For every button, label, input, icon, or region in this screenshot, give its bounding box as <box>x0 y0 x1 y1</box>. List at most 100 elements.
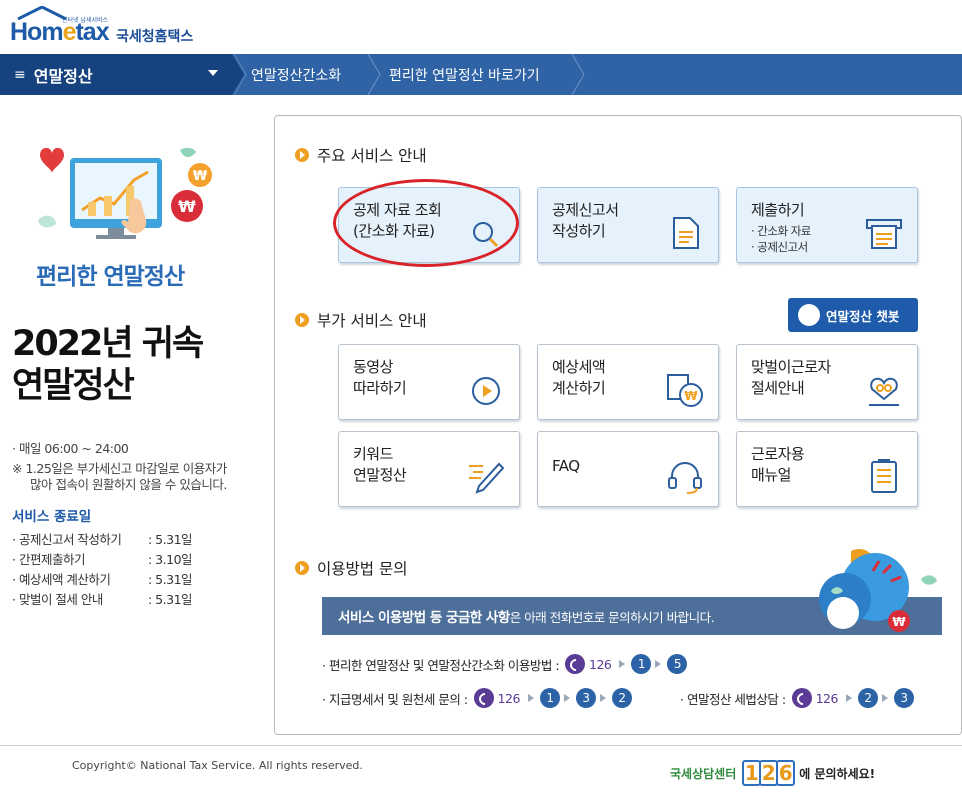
arrow-icon <box>845 694 852 702</box>
card-title: 동영상 따라하기 <box>353 358 407 397</box>
logo-home-text: Hom <box>10 18 64 46</box>
nav-bar: ≡ 연말정산 연말정산간소화 편리한 연말정산 바로가기 <box>0 54 962 95</box>
main-services-heading-text: 주요 서비스 안내 <box>317 147 427 165</box>
monitor-chart-illustration: ₩ ₩ <box>38 147 212 239</box>
manual-card[interactable]: 근로자용 매뉴얼 <box>736 431 918 507</box>
site-header: 인터넷 납세서비스 Hometax 국세청홈택스 <box>0 0 962 54</box>
inquiry-heading: 이용방법 문의 <box>295 557 408 579</box>
card-title: 공제신고서 작성하기 <box>552 201 619 240</box>
menu-step-number: 3 <box>575 688 596 708</box>
phone-icon <box>565 654 586 674</box>
submit-icon <box>866 219 902 249</box>
dual-income-card[interactable]: 맞벌이근로자 절세안내 <box>736 344 918 420</box>
highlight-circle-annotation <box>333 179 519 267</box>
end-date-row: · 공제신고서 작성하기 : 5.31일 <box>12 529 272 548</box>
call-center-ask: 에 문의하세요! <box>799 766 876 781</box>
end-date-row: · 간편제출하기: 3.10일 <box>12 549 272 568</box>
banner-rest-text: 은 아래 전화번호로 문의하시기 바랍니다. <box>509 609 715 625</box>
end-date-row: · 예상세액 계산하기 : 5.31일 <box>12 569 272 588</box>
breadcrumb-item-simplified[interactable]: 연말정산간소화 <box>251 54 341 95</box>
arrow-icon <box>655 660 662 668</box>
manual-icon <box>871 459 897 493</box>
end-date-value: : 5.31일 <box>148 592 193 607</box>
card-title: 예상세액 계산하기 <box>552 358 606 397</box>
logo-e-text: e <box>62 18 77 46</box>
phone-number: 126 <box>589 656 612 672</box>
site-footer: Copyright© National Tax Service. All rig… <box>0 745 962 793</box>
breadcrumb-separator <box>571 54 585 95</box>
end-date-service: · 간편제출하기 <box>12 552 85 567</box>
inquiry-row-tax-law: · 연말정산 세법상담 : 126 2 3 <box>680 688 916 708</box>
document-icon <box>673 217 699 249</box>
menu-label: 연말정산 <box>33 66 93 86</box>
end-date-row: · 맞벌이 절세 안내: 5.31일 <box>12 589 272 608</box>
keyword-card[interactable]: 키워드 연말정산 <box>338 431 520 507</box>
inquiry-row-withholding: · 지급명세서 및 원천세 문의 : 126 1 3 2 <box>322 688 634 708</box>
svg-text:₩: ₩ <box>684 389 698 403</box>
faq-card[interactable]: FAQ <box>537 431 719 507</box>
notice-line2: 많아 접속이 원활하지 않을 수 있습니다. <box>30 477 227 492</box>
card-title: 맞벌이근로자 절세안내 <box>751 358 831 397</box>
promo-title: 편리한 연말정산 <box>36 264 185 290</box>
arrow-icon <box>599 694 606 702</box>
headset-icon <box>668 462 702 494</box>
logo-wordmark: Hometax <box>10 18 110 47</box>
end-date-service: · 공제신고서 작성하기 <box>12 532 122 547</box>
page-title-line2: 연말정산 <box>12 366 135 406</box>
play-bullet-icon <box>295 561 309 575</box>
card-title: 제출하기 <box>751 201 805 219</box>
chatbot-button[interactable]: 연말정산 챗봇 <box>788 298 918 332</box>
card-title: 키워드 연말정산 <box>353 445 407 484</box>
submit-card[interactable]: 제출하기 · 간소화 자료 · 공제신고서 <box>736 187 918 263</box>
menu-step-number: 2 <box>611 688 632 708</box>
arrow-icon <box>619 660 626 668</box>
deduction-form-card[interactable]: 공제신고서 작성하기 <box>537 187 719 263</box>
inquiry-heading-text: 이용방법 문의 <box>317 560 408 578</box>
inquiry-row-label: · 지급명세서 및 원천세 문의 : <box>322 691 468 707</box>
phone-icon <box>473 688 494 708</box>
services-panel: 주요 서비스 안내 공제 자료 조회 (간소화 자료) 공제신고서 작성하기 제… <box>274 115 962 735</box>
end-date-value: : 5.31일 <box>148 572 193 587</box>
page: { "header": { "logo_tagline": "인터넷 납세서비스… <box>0 0 962 793</box>
video-guide-card[interactable]: 동영상 따라하기 <box>338 344 520 420</box>
breadcrumb-item-shortcut[interactable]: 편리한 연말정산 바로가기 <box>389 54 540 95</box>
arrow-icon <box>527 694 534 702</box>
logo-korean: 국세청홈택스 <box>116 29 194 45</box>
tax-estimate-card[interactable]: 예상세액 계산하기 ₩ <box>537 344 719 420</box>
breadcrumb-separator <box>367 54 381 95</box>
banner-bold-text: 서비스 이용방법 등 궁금한 사항 <box>338 610 510 626</box>
logo-tax-text: tax <box>75 18 109 46</box>
hometax-logo[interactable]: 인터넷 납세서비스 Hometax 국세청홈택스 <box>10 6 200 50</box>
play-bullet-icon <box>295 148 309 162</box>
menu-dropdown[interactable]: ≡ 연말정산 <box>0 54 232 95</box>
chatbot-icon <box>798 304 820 326</box>
copyright: Copyright© National Tax Service. All rig… <box>72 759 363 772</box>
end-date-value: : 5.31일 <box>148 532 193 547</box>
phone-number: 126 <box>815 690 839 706</box>
card-title: FAQ <box>552 457 580 475</box>
extra-services-heading: 부가 서비스 안내 <box>295 309 427 331</box>
end-date-heading: 서비스 종료일 <box>12 509 92 525</box>
svg-text:₩: ₩ <box>178 197 196 216</box>
menu-step-number: 5 <box>667 654 688 674</box>
play-bullet-icon <box>295 313 309 327</box>
calculator-won-icon: ₩ <box>667 374 703 407</box>
arrow-icon <box>881 694 888 702</box>
arrow-icon <box>563 694 570 702</box>
call-center-illustration: ₩ <box>819 548 937 632</box>
svg-text:₩: ₩ <box>193 169 208 184</box>
breadcrumb-separator <box>232 54 247 95</box>
menu-step-number: 1 <box>539 688 560 708</box>
play-icon <box>472 377 500 405</box>
pencil-icon <box>469 462 505 494</box>
card-title: 근로자용 매뉴얼 <box>751 445 805 484</box>
inquiry-row-usage: · 편리한 연말정산 및 연말정산간소화 이용방법 : 126 1 5 <box>322 654 689 674</box>
card-subitem: · 간소화 자료 <box>751 224 811 238</box>
end-date-service: · 예상세액 계산하기 <box>12 572 111 587</box>
main-services-heading: 주요 서비스 안내 <box>295 144 427 166</box>
call-center-label: 국세상담센터 <box>670 766 737 781</box>
card-subitem: · 공제신고서 <box>751 240 808 254</box>
call-center-badge: 국세상담센터 1 2 6 에 문의하세요! <box>670 760 875 786</box>
svg-text:₩: ₩ <box>892 615 906 629</box>
phone-number: 126 <box>497 690 521 706</box>
